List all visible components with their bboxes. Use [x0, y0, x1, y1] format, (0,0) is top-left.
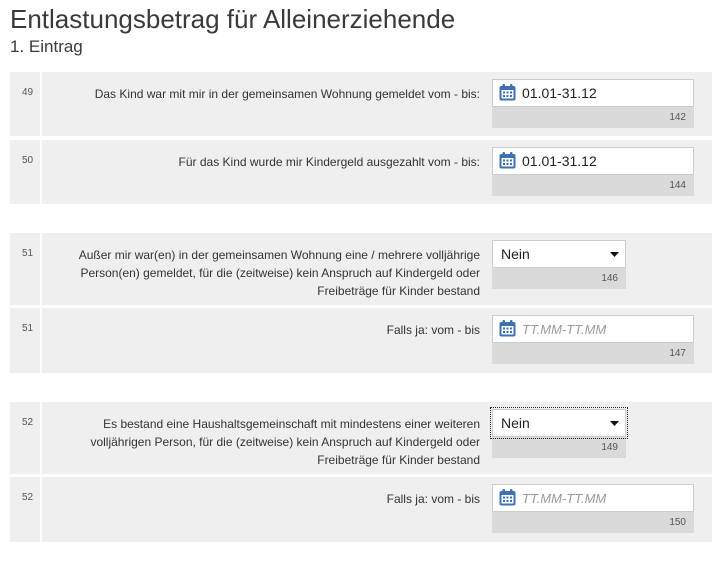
field-label-line: Falls ja: vom - bis — [386, 323, 480, 337]
field-label: Außer mir war(en) in der gemeinsamen Woh… — [42, 246, 480, 300]
chevron-down-icon[interactable] — [610, 421, 619, 426]
field-code: 146 — [492, 268, 626, 289]
field-code: 142 — [492, 107, 694, 128]
field-label: Für das Kind wurde mir Kindergeld ausgez… — [42, 153, 480, 171]
field-label: Falls ja: vom - bis — [42, 490, 480, 508]
row-content: Falls ja: vom - bis 150 — [42, 477, 712, 542]
field-wrapper: Nein 149 — [490, 407, 628, 458]
field-label-line: Freibeträge für Kinder bestand — [317, 284, 480, 298]
field-wrapper: 150 — [492, 484, 694, 533]
field-code: 147 — [492, 343, 694, 364]
date-range-input[interactable] — [492, 315, 694, 343]
field-label-line: Freibeträge für Kinder bestand — [317, 453, 480, 467]
date-range-field — [492, 147, 694, 175]
chevron-down-icon[interactable] — [610, 252, 619, 257]
line-number: 52 — [10, 477, 40, 542]
form-row-51-persons: 51 Außer mir war(en) in der gemeinsamen … — [10, 233, 712, 305]
form-row-49: 49 Das Kind war mit mir in der gemeinsam… — [10, 72, 712, 136]
field-label-line: Für das Kind wurde mir Kindergeld ausgez… — [178, 155, 480, 169]
calendar-icon[interactable] — [499, 320, 516, 337]
field-label-line: Falls ja: vom - bis — [386, 492, 480, 506]
form-row-52-period: 52 Falls ja: vom - bis TT.MM-TT.MM 150 — [10, 477, 712, 542]
field-code: 144 — [492, 175, 694, 196]
date-range-input[interactable] — [492, 484, 694, 512]
field-label: Es bestand eine Haushaltsgemeinschaft mi… — [42, 415, 480, 469]
field-wrapper: 147 — [492, 315, 694, 364]
field-label-line: Das Kind war mit mir in der gemeinsamen … — [94, 87, 480, 101]
line-number: 51 — [10, 233, 40, 305]
field-wrapper: Nein 146 — [492, 240, 626, 289]
line-number: 50 — [10, 140, 40, 204]
date-range-field — [492, 315, 694, 343]
page-subtitle: 1. Eintrag — [10, 37, 83, 56]
date-range-input[interactable] — [492, 147, 694, 175]
field-label-line: Es bestand eine Haushaltsgemeinschaft mi… — [103, 417, 480, 431]
row-content: Für das Kind wurde mir Kindergeld ausgez… — [42, 140, 712, 204]
row-content: Außer mir war(en) in der gemeinsamen Woh… — [42, 233, 712, 305]
form-row-50: 50 Für das Kind wurde mir Kindergeld aus… — [10, 140, 712, 204]
select-value: Nein — [501, 415, 530, 431]
row-content: Falls ja: vom - bis 147 — [42, 308, 712, 373]
date-range-input[interactable] — [492, 79, 694, 107]
calendar-icon[interactable] — [499, 489, 516, 506]
persons-registered-select[interactable]: Nein — [492, 240, 626, 268]
page-title: Entlastungsbetrag für Alleinerziehende — [10, 4, 456, 34]
field-label: Falls ja: vom - bis — [42, 321, 480, 339]
select-value: Nein — [501, 246, 530, 262]
field-label: Das Kind war mit mir in der gemeinsamen … — [42, 85, 480, 103]
form-row-51-period: 51 Falls ja: vom - bis TT.MM-TT.MM 147 — [10, 308, 712, 373]
date-range-field — [492, 484, 694, 512]
line-number: 49 — [10, 72, 40, 136]
field-wrapper: 142 — [492, 79, 694, 128]
field-code: 149 — [492, 437, 626, 458]
row-content: Es bestand eine Haushaltsgemeinschaft mi… — [42, 402, 712, 474]
calendar-icon[interactable] — [499, 84, 516, 101]
field-code: 150 — [492, 512, 694, 533]
field-label-line: Person(en) gemeldet, für die (zeitweise)… — [80, 266, 480, 280]
field-wrapper: 144 — [492, 147, 694, 196]
household-community-select[interactable]: Nein — [490, 407, 628, 439]
row-content: Das Kind war mit mir in der gemeinsamen … — [42, 72, 712, 136]
line-number: 52 — [10, 402, 40, 474]
form-row-52-household: 52 Es bestand eine Haushaltsgemeinschaft… — [10, 402, 712, 474]
field-label-line: Außer mir war(en) in der gemeinsamen Woh… — [78, 248, 480, 262]
line-number: 51 — [10, 308, 40, 373]
date-range-field — [492, 79, 694, 107]
calendar-icon[interactable] — [499, 152, 516, 169]
field-label-line: volljährigen Person, für die (zeitweise)… — [90, 435, 480, 449]
